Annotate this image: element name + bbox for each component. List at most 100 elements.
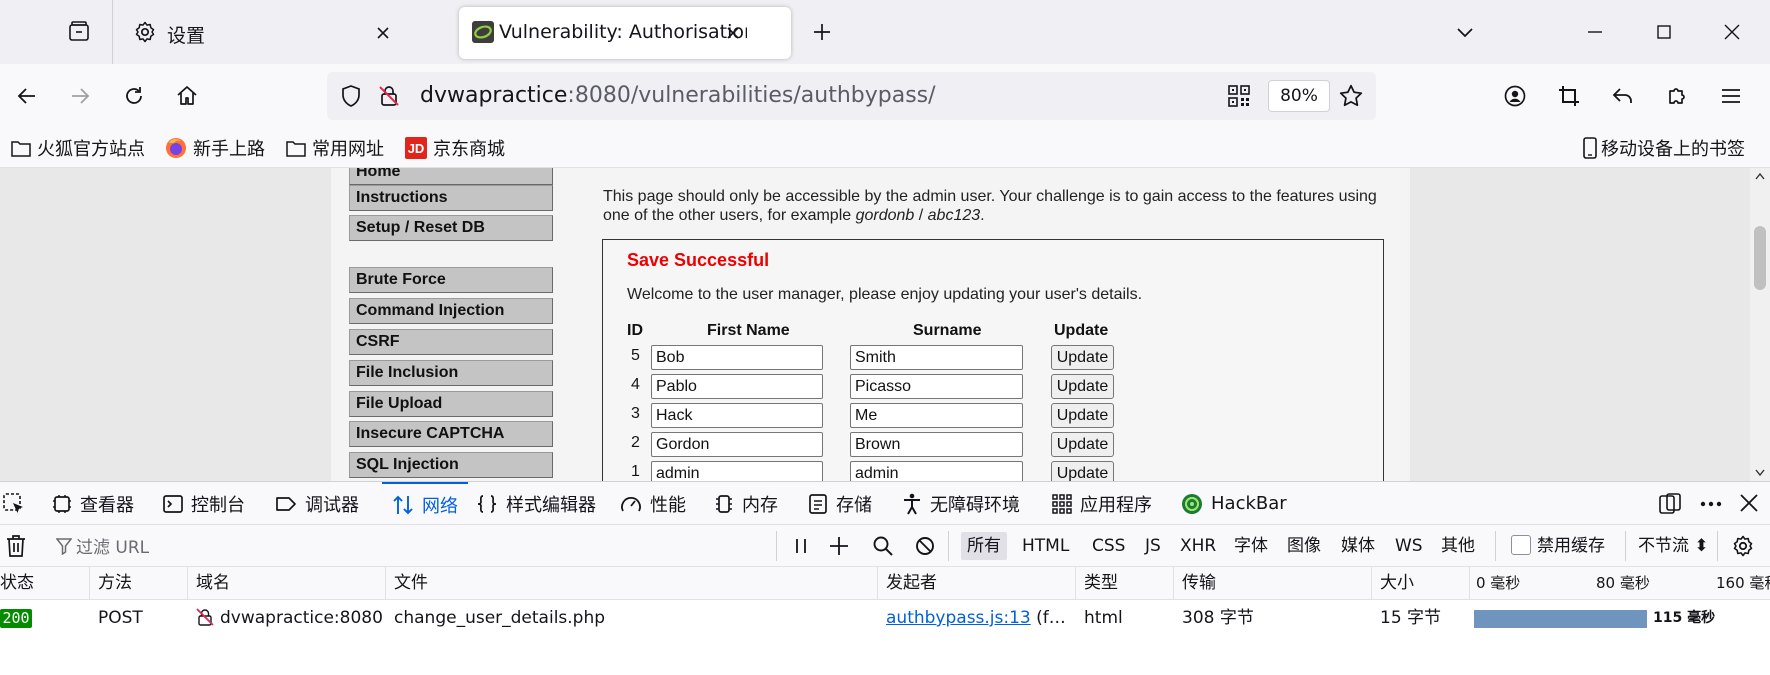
close-devtools-icon[interactable]: [1738, 492, 1760, 514]
undo-arrow-icon[interactable]: [1607, 80, 1639, 112]
menu-item-file-upload[interactable]: File Upload: [349, 391, 553, 417]
first-name-input[interactable]: Bob: [651, 345, 823, 370]
bookmark-common-sites[interactable]: 常用网址: [286, 134, 384, 162]
column-waterfall[interactable]: 0 毫秒 80 毫秒 160 毫秒: [1472, 567, 1770, 600]
tab-memory[interactable]: 内存: [714, 482, 778, 525]
hamburger-menu-icon[interactable]: [1715, 80, 1747, 112]
surname-input[interactable]: Picasso: [850, 374, 1023, 399]
menu-item-csrf[interactable]: CSRF: [349, 329, 553, 355]
menu-item-instructions[interactable]: Instructions: [349, 185, 553, 211]
filter-fonts[interactable]: 字体: [1228, 532, 1274, 560]
menu-item-setup-reset-db[interactable]: Setup / Reset DB: [349, 215, 553, 241]
first-name-input[interactable]: Pablo: [651, 374, 823, 399]
scroll-down-chevron-icon[interactable]: [1755, 469, 1765, 477]
insecure-lock-icon[interactable]: [377, 84, 401, 108]
bookmark-star-icon[interactable]: [1338, 83, 1364, 109]
back-button[interactable]: [11, 80, 43, 112]
filter-images[interactable]: 图像: [1281, 532, 1327, 560]
first-name-input[interactable]: admin: [651, 461, 823, 481]
filter-js[interactable]: JS: [1139, 532, 1167, 560]
filter-xhr[interactable]: XHR: [1174, 532, 1222, 560]
address-bar[interactable]: dvwapractice:8080/vulnerabilities/authby…: [327, 72, 1376, 120]
filter-all[interactable]: 所有: [961, 532, 1007, 560]
network-settings-gear-icon[interactable]: [1731, 534, 1755, 558]
account-avatar-icon[interactable]: [1499, 80, 1531, 112]
bookmark-getting-started[interactable]: 新手上路: [165, 134, 265, 162]
more-options-icon[interactable]: [1699, 492, 1723, 516]
zoom-level-badge[interactable]: 80%: [1268, 80, 1330, 112]
surname-input[interactable]: Smith: [850, 345, 1023, 370]
column-status[interactable]: 状态: [0, 567, 90, 600]
filter-other[interactable]: 其他: [1435, 532, 1481, 560]
extensions-puzzle-icon[interactable]: [1661, 80, 1693, 112]
tab-authbypass[interactable]: Vulnerability: Authorisation Bypass: [459, 7, 791, 59]
tab-storage[interactable]: 存储: [808, 482, 872, 525]
search-icon[interactable]: [872, 535, 894, 557]
tab-inspector[interactable]: 查看器: [52, 482, 134, 525]
close-window-button[interactable]: [1716, 16, 1748, 48]
maximize-window-button[interactable]: [1648, 16, 1680, 48]
tab-style-editor[interactable]: 样式编辑器: [476, 482, 596, 525]
surname-input[interactable]: Brown: [850, 432, 1023, 457]
throttling-select[interactable]: 不节流 ⬍: [1632, 532, 1715, 560]
bookmark-jd-mall[interactable]: JD 京东商城: [405, 134, 505, 162]
url-text[interactable]: dvwapractice:8080/vulnerabilities/authby…: [420, 83, 936, 108]
close-icon[interactable]: [721, 21, 745, 45]
column-initiator[interactable]: 发起者: [880, 567, 1076, 600]
tab-accessibility[interactable]: 无障碍环境: [902, 482, 1020, 525]
reload-button[interactable]: [118, 80, 150, 112]
disable-cache-checkbox[interactable]: [1511, 535, 1531, 555]
scroll-up-chevron-icon[interactable]: [1755, 172, 1765, 180]
surname-input[interactable]: Me: [850, 403, 1023, 428]
bookmark-firefox-official[interactable]: 火狐官方站点: [11, 134, 145, 162]
trash-clear-icon[interactable]: [5, 534, 27, 558]
update-button[interactable]: Update: [1051, 403, 1114, 428]
menu-item-home[interactable]: Home: [349, 168, 553, 185]
tab-overview-icon[interactable]: [63, 16, 95, 48]
update-button[interactable]: Update: [1051, 345, 1114, 370]
update-button[interactable]: Update: [1051, 432, 1114, 457]
screenshot-crop-icon[interactable]: [1553, 80, 1585, 112]
block-requests-icon[interactable]: [914, 535, 936, 557]
minimize-window-button[interactable]: [1579, 16, 1611, 48]
add-plus-icon[interactable]: [828, 535, 850, 557]
menu-item-file-inclusion[interactable]: File Inclusion: [349, 360, 553, 386]
qr-code-icon[interactable]: [1227, 84, 1251, 108]
tab-list-chevron-down-icon[interactable]: [1449, 16, 1481, 48]
scrollbar-thumb[interactable]: [1754, 226, 1766, 290]
update-button[interactable]: Update: [1051, 374, 1114, 399]
menu-item-brute-force[interactable]: Brute Force: [349, 267, 553, 293]
tab-hackbar[interactable]: HackBar: [1181, 482, 1287, 525]
home-button[interactable]: [171, 80, 203, 112]
close-icon[interactable]: [371, 21, 395, 45]
menu-item-insecure-captcha[interactable]: Insecure CAPTCHA: [349, 421, 553, 447]
tab-settings[interactable]: 设置: [117, 7, 447, 59]
pause-recording-icon[interactable]: [791, 535, 811, 557]
filter-media[interactable]: 媒体: [1335, 532, 1381, 560]
first-name-input[interactable]: Gordon: [651, 432, 823, 457]
element-picker-icon[interactable]: [2, 492, 26, 516]
column-type[interactable]: 类型: [1078, 567, 1174, 600]
tracking-protection-shield-icon[interactable]: [339, 84, 363, 108]
filter-html[interactable]: HTML: [1016, 532, 1075, 560]
tab-application[interactable]: 应用程序: [1052, 482, 1152, 525]
forward-button[interactable]: [64, 80, 96, 112]
menu-item-command-injection[interactable]: Command Injection: [349, 298, 553, 324]
initiator-link[interactable]: authbypass.js:13: [886, 608, 1031, 628]
tab-debugger[interactable]: 调试器: [275, 482, 359, 525]
filter-css[interactable]: CSS: [1086, 532, 1131, 560]
column-file[interactable]: 文件: [388, 567, 878, 600]
column-method[interactable]: 方法: [92, 567, 188, 600]
mobile-bookmarks[interactable]: 移动设备上的书签: [1582, 134, 1745, 162]
filter-url-input[interactable]: 过滤 URL: [56, 533, 149, 558]
table-row[interactable]: 200 POST dvwapractice:8080 change_user_d…: [0, 600, 1770, 636]
column-transferred[interactable]: 传输: [1176, 567, 1372, 600]
dock-side-icon[interactable]: [1658, 492, 1682, 516]
column-size[interactable]: 大小: [1374, 567, 1470, 600]
menu-item-sql-injection[interactable]: SQL Injection: [349, 452, 553, 478]
column-domain[interactable]: 域名: [190, 567, 386, 600]
new-tab-button[interactable]: [806, 16, 838, 48]
surname-input[interactable]: admin: [850, 461, 1023, 481]
update-button[interactable]: Update: [1051, 461, 1114, 481]
first-name-input[interactable]: Hack: [651, 403, 823, 428]
